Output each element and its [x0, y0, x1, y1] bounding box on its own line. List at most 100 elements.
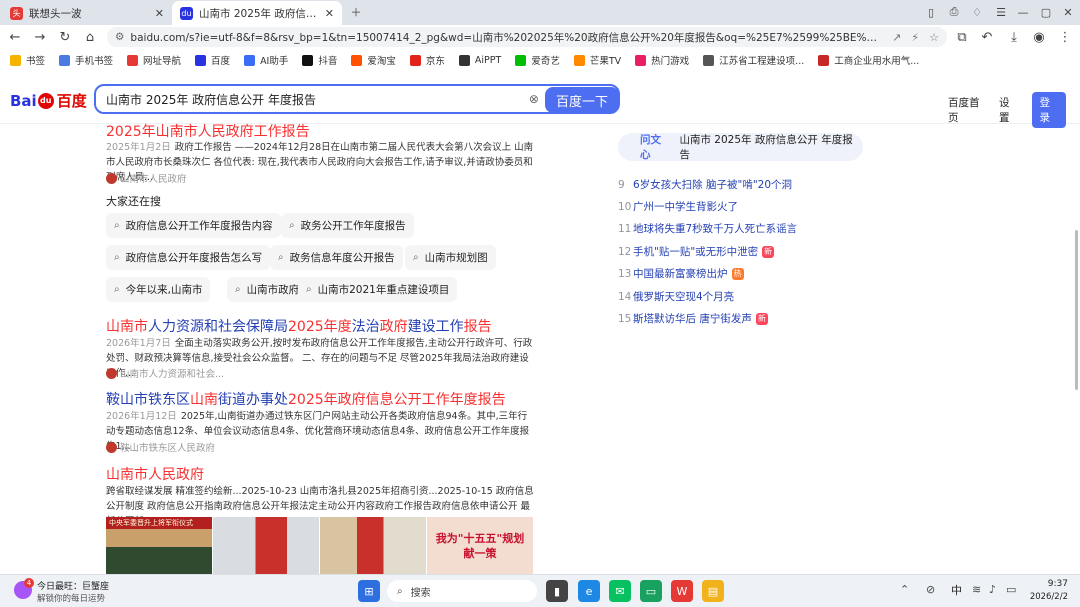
bookmark-item[interactable]: 京东: [409, 53, 445, 67]
windows-start-icon[interactable]: ⊞: [358, 580, 380, 602]
sidebar-toggle-icon[interactable]: ▯: [920, 3, 942, 21]
menu-icon[interactable]: ☰: [990, 3, 1012, 21]
bookmark-item[interactable]: 书签: [10, 53, 45, 67]
reload-icon[interactable]: ↻: [55, 27, 75, 47]
related-search-chip[interactable]: ⌕ 山南市政府: [227, 277, 308, 302]
bookmark-label: AiPPT: [474, 54, 502, 66]
hot-rank: 15: [618, 312, 632, 325]
result-title-2[interactable]: 山南市人力资源和社会保障局2025年度法治政府建设工作报告: [106, 316, 492, 336]
result-title-1[interactable]: 2025年山南市人民政府工作报告: [106, 121, 310, 141]
result-source-3[interactable]: 鞍山市铁东区人民政府: [106, 440, 215, 454]
back-icon[interactable]: ←: [5, 27, 25, 47]
hot-list-item[interactable]: 13 中国最新富豪榜出炉热: [618, 266, 744, 281]
result-title-4[interactable]: 山南市人民政府: [106, 464, 204, 484]
related-search-chip[interactable]: ⌕ 政府信息公开工作年度报告内容: [106, 213, 281, 238]
news-image-meeting-2[interactable]: [320, 517, 426, 574]
baidu-paw-icon: du: [180, 6, 193, 20]
hot-list-item[interactable]: 12 手机"贴一贴"或无形中泄密新: [618, 244, 775, 259]
scrollbar-thumb[interactable]: [1075, 230, 1078, 390]
bookmark-item[interactable]: 手机书签: [59, 53, 113, 67]
bookmark-label: 书签: [26, 56, 46, 67]
bookmark-item[interactable]: 江苏省工程建设项...: [703, 53, 804, 67]
hot-list-item[interactable]: 11 地球将失重7秒致千万人死亡系谣言: [618, 221, 797, 236]
close-icon[interactable]: ✕: [155, 7, 164, 20]
bookmark-item[interactable]: AI助手: [244, 53, 288, 67]
search-button[interactable]: 百度一下: [545, 87, 619, 113]
news-image-banner[interactable]: 我为"十五五"规划献一策: [427, 517, 533, 574]
news-image-military[interactable]: 中央军委晋升上将军衔仪式: [106, 517, 212, 574]
result-source-1[interactable]: 山南市人民政府: [106, 171, 187, 185]
result-title-3[interactable]: 鞍山市铁东区山南街道办事处2025年政府信息公开工作年度报告: [106, 389, 506, 409]
taskbar-search[interactable]: ⌕ 搜索: [387, 580, 537, 602]
download-icon[interactable]: ⤓: [1004, 27, 1024, 47]
bookmark-item[interactable]: 爱奇艺: [515, 53, 560, 67]
wifi-icon[interactable]: ≋: [972, 583, 981, 596]
maximize-icon[interactable]: ▢: [1035, 3, 1057, 21]
address-bar[interactable]: ⚙ baidu.com/s?ie=utf-8&f=8&rsv_bp=1&tn=1…: [107, 27, 947, 47]
shirt-icon[interactable]: ♢: [966, 3, 988, 21]
minimize-icon[interactable]: —: [1012, 3, 1034, 21]
bookmark-item[interactable]: 爱淘宝: [351, 53, 396, 67]
widget-title[interactable]: 今日最旺：巨蟹座: [37, 579, 109, 592]
print-icon[interactable]: ⎙: [943, 3, 965, 21]
bookmark-star-icon[interactable]: ☆: [929, 31, 939, 44]
bookmark-item[interactable]: 工商企业用水用气...: [818, 53, 919, 67]
file-explorer-icon[interactable]: ▤: [702, 580, 724, 602]
battery-icon[interactable]: ▭: [1006, 583, 1016, 596]
related-search-chip[interactable]: ⌕ 山南市2021年重点建设项目: [298, 277, 458, 302]
clear-icon[interactable]: ⊗: [529, 92, 539, 106]
bookmark-item[interactable]: 抖音: [302, 53, 337, 67]
bookmark-item[interactable]: 百度: [195, 53, 230, 67]
new-tab-button[interactable]: ＋: [345, 3, 367, 21]
share-icon[interactable]: ↗: [892, 31, 901, 44]
settings-link[interactable]: 设置: [999, 95, 1018, 125]
window-close-icon[interactable]: ✕: [1057, 3, 1079, 21]
related-search-chip[interactable]: ⌕ 山南市规划图: [405, 245, 496, 270]
baidu-logo[interactable]: Bai du 百度: [10, 90, 87, 111]
hot-rank: 9: [618, 178, 625, 191]
result-title-text: 鞍山市铁东区山南街道办事处2025年政府信息公开工作年度报告: [106, 392, 506, 408]
ime-indicator[interactable]: 中: [951, 582, 962, 598]
volume-icon[interactable]: ♪: [989, 583, 996, 596]
notifications-off-icon[interactable]: ⊘: [926, 583, 935, 596]
tab-0[interactable]: 头 联想头一波 ✕: [2, 1, 172, 25]
hot-list-item[interactable]: 10 广州一中学生背影火了: [618, 199, 738, 214]
related-search-chip[interactable]: ⌕ 今年以来,山南市: [106, 277, 211, 302]
login-button[interactable]: 登录: [1031, 92, 1066, 128]
search-input[interactable]: 山南市 2025年 政府信息公开 年度报告 ⊗ ♪ ⌘ ▣: [94, 84, 620, 114]
bookmark-item[interactable]: 芒果TV: [573, 53, 621, 67]
wenxin-suggest[interactable]: 问文心 山南市 2025年 政府信息公开 年度报告: [618, 133, 863, 161]
chat-app-icon[interactable]: ▭: [640, 580, 662, 602]
wechat-icon[interactable]: ✉: [609, 580, 631, 602]
wps-icon[interactable]: W: [671, 580, 693, 602]
gov-emblem-icon: [106, 441, 117, 453]
related-search-chip[interactable]: ⌕ 政务公开工作年度报告: [281, 213, 414, 238]
related-search-chip[interactable]: ⌕ 政府信息公开年度报告怎么写: [106, 245, 271, 270]
site-info-icon[interactable]: ⚙: [115, 31, 124, 43]
bookmark-favicon-icon: [635, 54, 647, 66]
clock-time[interactable]: 9:37: [1040, 579, 1068, 589]
undo-icon[interactable]: ↶: [977, 27, 997, 47]
home-icon[interactable]: ⌂: [80, 27, 100, 47]
hot-list-item[interactable]: 9 6岁女孩大扫除 脑子被"啃"20个洞: [618, 177, 792, 192]
bookmark-item[interactable]: AiPPT: [458, 54, 502, 66]
more-icon[interactable]: ⋮: [1055, 27, 1075, 47]
bookmark-item[interactable]: 热门游戏: [635, 53, 689, 67]
task-view-icon[interactable]: ▮: [546, 580, 568, 602]
bookmark-item[interactable]: 网址导航: [127, 53, 181, 67]
edge-browser-icon[interactable]: e: [578, 580, 600, 602]
hot-list-item[interactable]: 15 斯塔默访华后 唐宁街发声新: [618, 311, 768, 326]
related-search-chip[interactable]: ⌕ 政务信息年度公开报告: [270, 245, 403, 270]
tab-1[interactable]: du 山南市 2025年 政府信息公开 年度 ✕: [172, 1, 342, 25]
extensions-icon[interactable]: ⧉: [952, 27, 972, 47]
baidu-home-link[interactable]: 百度首页: [948, 95, 985, 125]
profile-icon[interactable]: ◉: [1029, 27, 1049, 47]
extension-icon[interactable]: ⚡: [911, 31, 919, 44]
close-icon[interactable]: ✕: [325, 7, 334, 20]
hot-list-item[interactable]: 14 俄罗斯天空现4个月亮: [618, 289, 734, 304]
news-image-meeting-1[interactable]: [213, 517, 319, 574]
result-source-2[interactable]: 山南市人力资源和社会...: [106, 366, 224, 380]
hot-text: 地球将失重7秒致千万人死亡系谣言: [633, 223, 798, 235]
forward-icon[interactable]: →: [30, 27, 50, 47]
tray-chevron-icon[interactable]: ⌃: [900, 583, 909, 596]
